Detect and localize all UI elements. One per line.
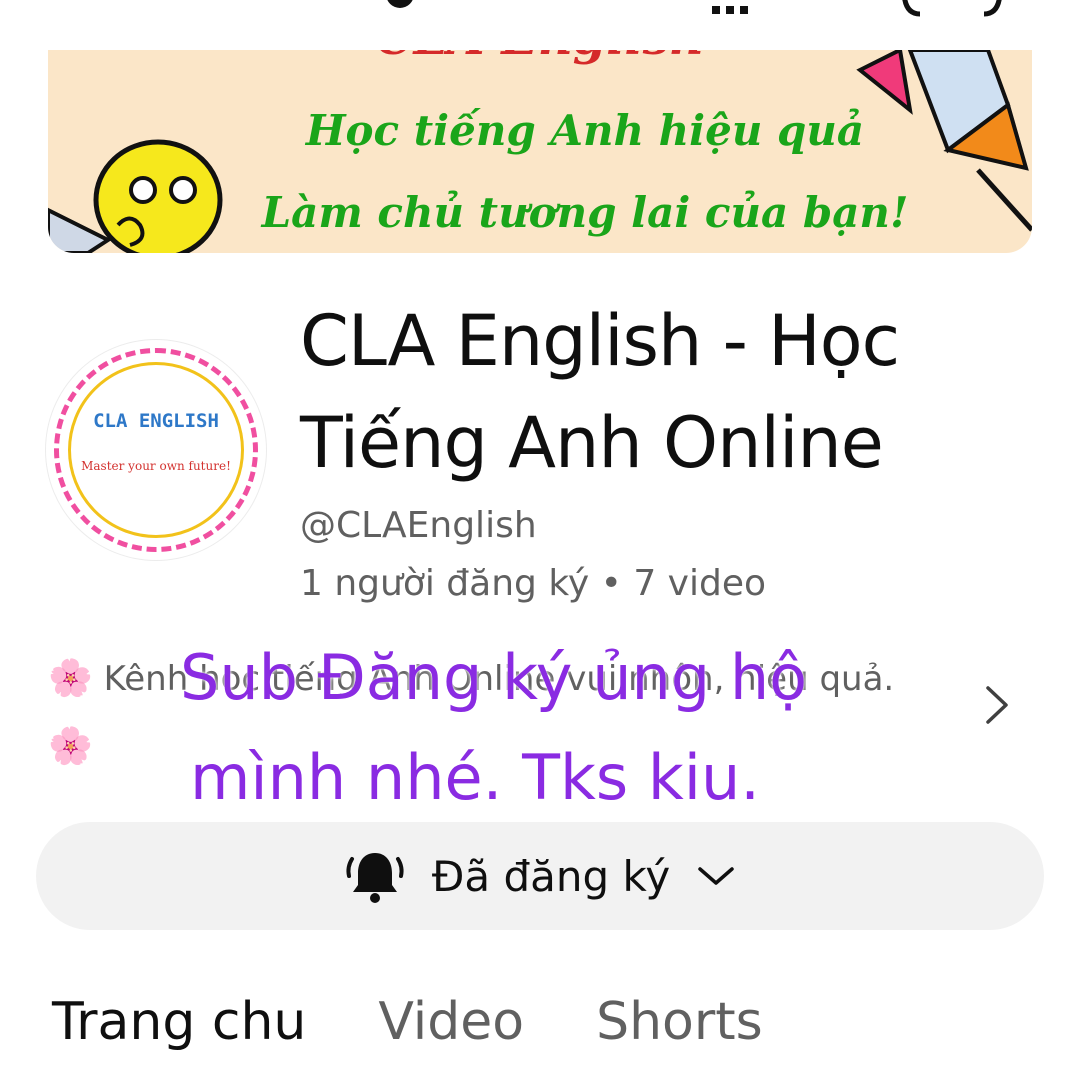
- bell-icon: [346, 853, 404, 903]
- channel-stats: 1 người đăng ký • 7 video: [300, 563, 766, 604]
- banner-slogan-line2: Làm chủ tương lai của bạn!: [261, 188, 909, 237]
- channel-tabs: Trang chu Video Shorts: [52, 992, 763, 1052]
- tab-home[interactable]: Trang chu: [52, 992, 306, 1052]
- overlay-caption: Sub Đăng ký ủng hộ mình nhé. Tks kiu.: [180, 628, 940, 828]
- overlay-line2: mình nhé. Tks kiu.: [190, 741, 760, 814]
- channel-handle: @CLAEnglish: [300, 505, 537, 546]
- avatar-title: CLA ENGLISH: [93, 410, 219, 432]
- banner-title: CLA English: [48, 50, 1032, 66]
- channel-avatar[interactable]: CLA ENGLISH Master your own future!: [46, 340, 266, 560]
- channel-banner: CLA English Học tiếng Anh hiệu quả Làm c…: [48, 50, 1032, 253]
- flower-icon: 🌸: [48, 726, 93, 767]
- tab-shorts[interactable]: Shorts: [596, 992, 763, 1052]
- subscribed-label: Đã đăng ký: [431, 851, 671, 901]
- overlay-line1: Sub Đăng ký ủng hộ: [180, 641, 808, 714]
- avatar-subtitle: Master your own future!: [81, 459, 231, 473]
- tab-video[interactable]: Video: [378, 992, 524, 1052]
- top-bar-fragments: [387, 0, 1002, 17]
- subscribed-button[interactable]: Đã đăng ký: [36, 822, 1044, 930]
- chevron-right-icon[interactable]: [978, 680, 1018, 730]
- banner-slogan-line1: Học tiếng Anh hiệu quả: [305, 106, 865, 155]
- channel-name: CLA English - Học Tiếng Anh Online: [300, 300, 900, 484]
- flower-icon: 🌸: [48, 658, 93, 699]
- avatar-ring-inner: [68, 362, 244, 538]
- top-bar-cropped: [0, 0, 1080, 20]
- chevron-down-icon: [698, 867, 734, 885]
